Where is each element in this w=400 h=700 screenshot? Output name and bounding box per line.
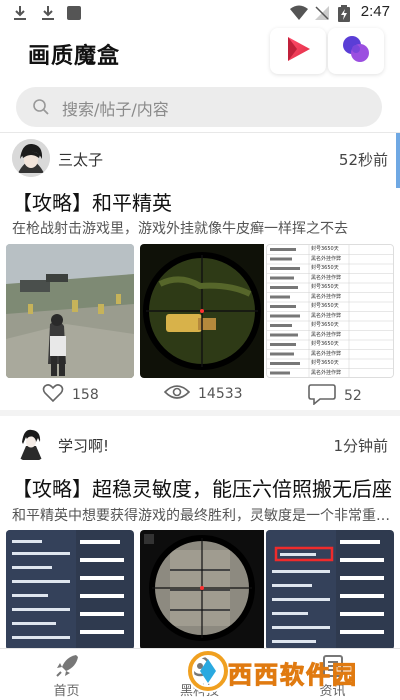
post-image[interactable] [266,530,394,648]
post-title[interactable]: 【攻略】超稳灵敏度，能压六倍照搬无后座 [12,473,392,502]
no-signal-icon [314,5,330,21]
post-time: 52秒前 [338,151,388,169]
ban-list-row: 封号3650天 [311,246,339,252]
status-bar: 2:47 [0,0,400,26]
app-title: 画质魔盒 [28,44,121,69]
post-description: 在枪战射击游戏里，游戏外挂就像牛皮癣一样挥之不去 [12,221,348,237]
download-icon [40,5,56,21]
comment-button[interactable]: 52 [308,383,362,409]
post-time: 1分钟前 [333,437,388,455]
post-title[interactable]: 【攻略】和平精英 [12,187,392,216]
post-image[interactable]: 封号3650天 黑名外挂作弊 封号3650天 黑名外挂作弊 封号3650天 黑名… [266,244,394,378]
ban-list: 封号3650天 黑名外挂作弊 封号3650天 黑名外挂作弊 封号3650天 黑名… [311,245,393,377]
ban-list-row: 封号3650天 [311,341,339,347]
heart-icon [42,383,72,407]
post-description: 和平精英中想要获得游戏的最终胜利，灵敏度是一个非常重要的因素 [12,508,392,524]
nav-label: 首页 [53,684,80,699]
app-header: 画质魔盒 [0,26,400,78]
watermark-text: 西西软件园 [228,661,358,690]
bubbles-logo-icon [340,33,372,69]
download-icon [12,5,28,21]
ban-list-row: 封号3650天 [311,284,339,290]
post-image[interactable] [6,244,134,378]
view-count-display: 14533 [163,383,243,405]
eye-icon [163,383,198,405]
comment-count: 52 [344,388,362,404]
ban-list-row: 黑名外挂作弊 [311,255,342,262]
rocket-icon [54,653,80,683]
post-image[interactable] [6,530,134,648]
post-image[interactable] [140,530,268,648]
play-logo-icon [283,34,313,68]
ban-list-row: 黑名外挂作弊 [311,312,342,319]
like-button[interactable]: 158 [42,383,99,407]
community-app-button[interactable] [328,28,384,74]
author-avatar[interactable] [12,424,50,462]
ban-list-row: 黑名外挂作弊 [311,369,342,376]
scroll-indicator [396,133,400,188]
like-count: 158 [72,387,99,403]
video-app-button[interactable] [270,28,326,74]
author-name[interactable]: 学习啊! [58,435,109,456]
post-stats: 158 14533 52 [0,383,400,413]
post-feed[interactable]: 三太子 52秒前 【攻略】和平精英 在枪战射击游戏里，游戏外挂就像牛皮癣一样挥之… [0,133,400,648]
search-input[interactable]: 搜索/帖子/内容 [16,87,382,127]
view-count: 14533 [198,386,243,402]
author-name[interactable]: 三太子 [58,149,103,170]
ban-list-row: 黑名外挂作弊 [311,293,342,300]
search-icon [32,98,50,120]
ban-list-row: 黑名外挂作弊 [311,350,342,357]
ban-list-row: 黑名外挂作弊 [311,331,342,338]
battery-icon [338,5,354,22]
ban-list-row: 黑名外挂作弊 [311,274,342,281]
post-card[interactable]: 三太子 52秒前 【攻略】和平精英 在枪战射击游戏里，游戏外挂就像牛皮癣一样挥之… [0,133,400,410]
ban-list-row: 封号3650天 [311,322,339,328]
app-notification-icon [66,5,82,21]
post-image[interactable] [140,244,268,378]
post-card[interactable]: 学习啊! 1分钟前 【攻略】超稳灵敏度，能压六倍照搬无后座 和平精英中想要获得游… [0,416,400,648]
author-avatar[interactable] [12,139,50,177]
ban-list-row: 封号3650天 [311,265,339,271]
comment-icon [308,383,344,409]
site-watermark: 西西软件园 [186,647,382,697]
ban-list-row: 封号3650天 [311,303,339,309]
status-time: 2:47 [360,3,390,20]
ban-list-row: 封号3650天 [311,360,339,366]
wifi-icon [290,5,308,21]
search-placeholder: 搜索/帖子/内容 [62,100,169,119]
nav-home[interactable]: 首页 [0,649,133,700]
